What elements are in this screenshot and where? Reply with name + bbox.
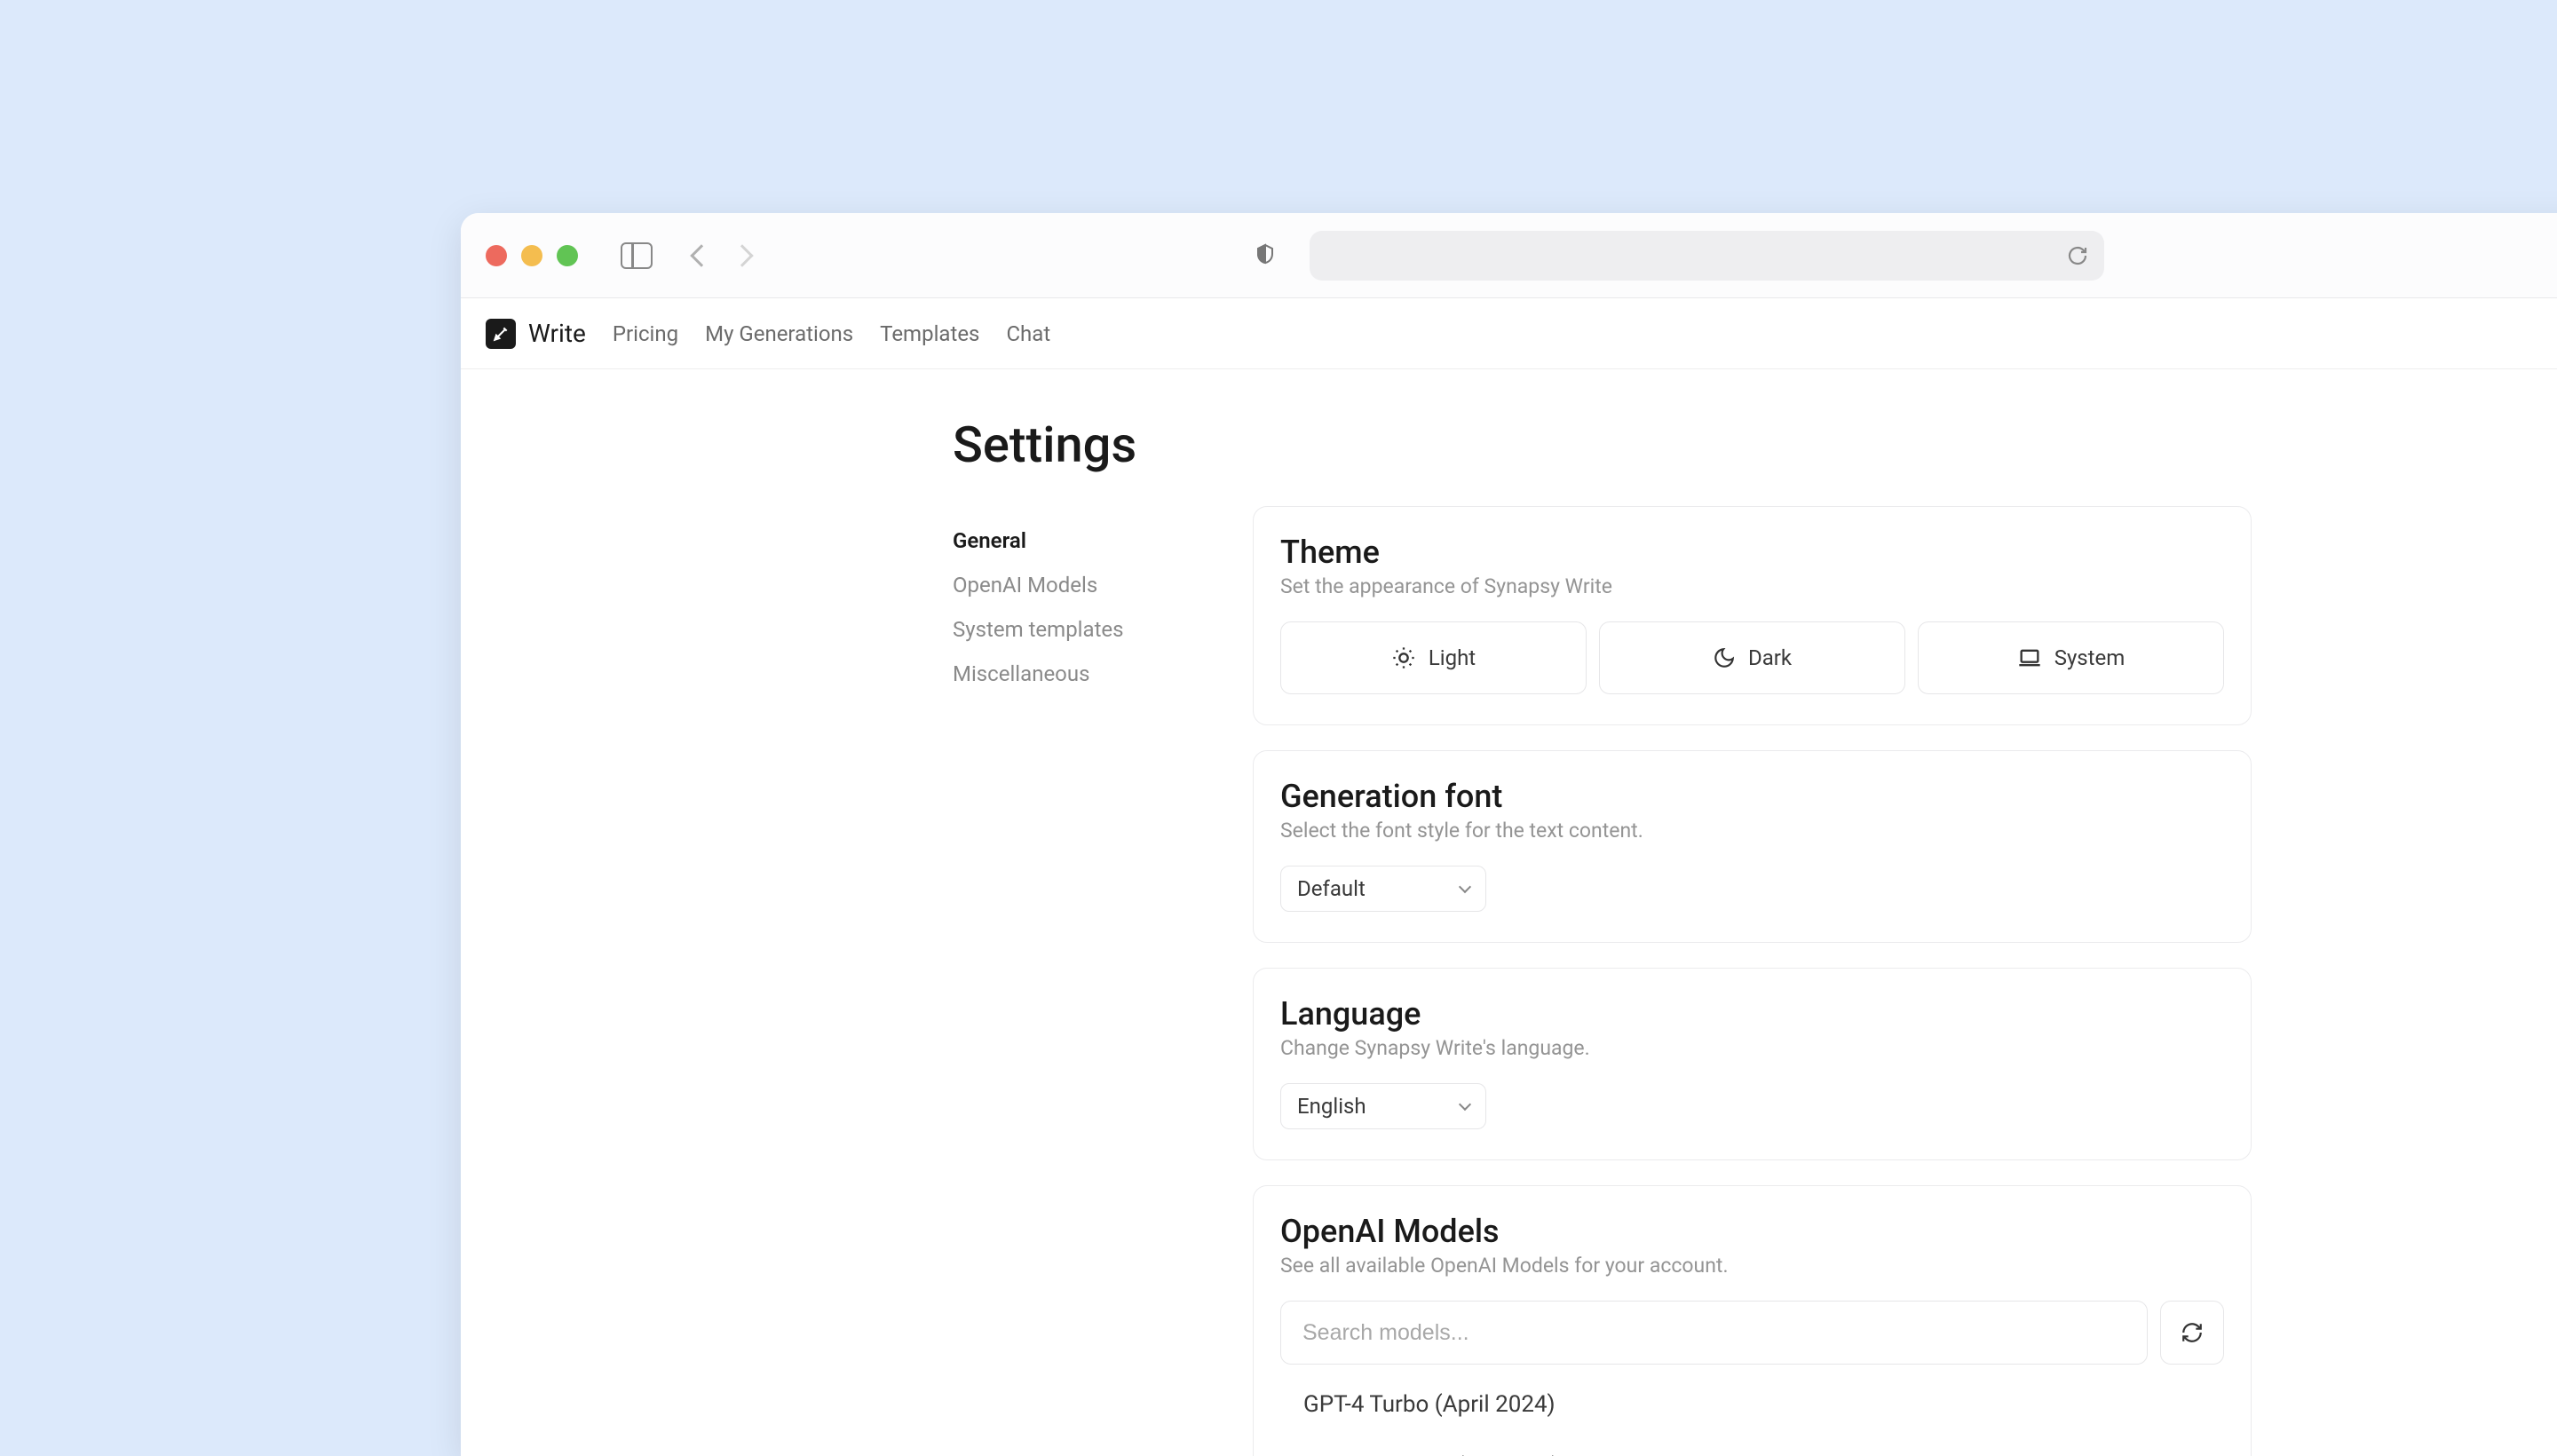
privacy-shield-icon[interactable] [1255,243,1276,268]
theme-title: Theme [1280,534,2224,571]
close-window-button[interactable] [486,245,507,266]
sidebar-item-system-templates[interactable]: System templates [953,607,1219,652]
nav-my-generations[interactable]: My Generations [705,321,853,346]
language-panel: Language Change Synapsy Write's language… [1253,968,2252,1160]
theme-options: Light Dark [1280,621,2224,694]
sidebar-toggle-icon[interactable] [621,242,653,269]
app-name: Write [528,319,586,348]
chevron-down-icon [1459,1098,1471,1111]
sun-icon [1391,645,1416,670]
refresh-models-button[interactable] [2160,1301,2224,1365]
content-area: General OpenAI Models System templates M… [461,369,2557,1456]
theme-light-label: Light [1429,645,1476,670]
browser-titlebar [461,213,2557,298]
app-header: Write Pricing My Generations Templates C… [461,298,2557,369]
theme-light-button[interactable]: Light [1280,621,1587,694]
sidebar-item-openai-models[interactable]: OpenAI Models [953,563,1219,607]
nav-chat[interactable]: Chat [1006,321,1050,346]
url-bar[interactable] [1310,231,2104,281]
maximize-window-button[interactable] [557,245,578,266]
models-search-input[interactable] [1280,1301,2148,1365]
laptop-icon [2017,645,2042,670]
font-panel: Generation font Select the font style fo… [1253,750,2252,943]
models-search-row [1280,1301,2224,1365]
theme-system-button[interactable]: System [1918,621,2224,694]
app-logo[interactable] [486,319,516,349]
model-list: GPT-4 Turbo (April 2024) GPT-4 Preview (… [1280,1373,2224,1456]
browser-window: Write Pricing My Generations Templates C… [461,213,2557,1456]
models-panel: OpenAI Models See all available OpenAI M… [1253,1185,2252,1456]
model-item[interactable]: GPT-4 Turbo (April 2024) [1280,1373,2224,1436]
models-subtitle: See all available OpenAI Models for your… [1280,1254,2224,1278]
font-select-value: Default [1297,876,1366,901]
reload-icon[interactable] [2067,245,2088,266]
page-title: Settings [953,415,1136,474]
traffic-lights [486,245,578,266]
language-title: Language [1280,995,2224,1033]
theme-system-label: System [2054,645,2126,670]
theme-dark-label: Dark [1748,645,1792,670]
nav-pricing[interactable]: Pricing [613,321,678,346]
minimize-window-button[interactable] [521,245,542,266]
language-select-value: English [1297,1094,1366,1119]
nav-templates[interactable]: Templates [880,321,979,346]
browser-nav-arrows [693,248,750,264]
sidebar-item-general[interactable]: General [953,518,1219,563]
moon-icon [1713,646,1736,669]
font-title: Generation font [1280,778,2224,815]
language-subtitle: Change Synapsy Write's language. [1280,1036,2224,1060]
settings-sidebar: General OpenAI Models System templates M… [953,518,1219,1456]
forward-button[interactable] [731,244,753,266]
theme-dark-button[interactable]: Dark [1599,621,1905,694]
theme-subtitle: Set the appearance of Synapsy Write [1280,574,2224,598]
chevron-down-icon [1459,881,1471,893]
models-title: OpenAI Models [1280,1213,2224,1250]
font-select[interactable]: Default [1280,866,1486,912]
language-select[interactable]: English [1280,1083,1486,1129]
back-button[interactable] [690,244,712,266]
model-item[interactable]: GPT-4 Preview (11/2023) [1280,1436,2224,1456]
settings-panels: Theme Set the appearance of Synapsy Writ… [1253,506,2252,1456]
theme-panel: Theme Set the appearance of Synapsy Writ… [1253,506,2252,725]
sidebar-item-miscellaneous[interactable]: Miscellaneous [953,652,1219,696]
font-subtitle: Select the font style for the text conte… [1280,819,2224,843]
